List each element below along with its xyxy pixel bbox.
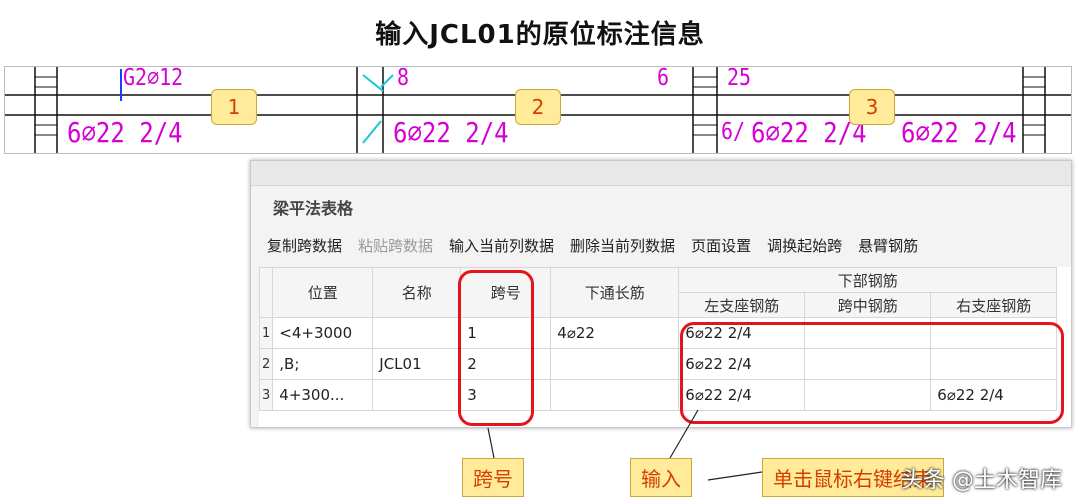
table-row[interactable]: 2 ,B; JCL01 2 6⌀22 2/4 [258, 348, 1058, 380]
cad-top-text-3: 6 [657, 66, 670, 91]
input-column-button[interactable]: 输入当前列数据 [449, 237, 554, 255]
cell-left-support[interactable]: 6⌀22 2/4 [678, 317, 806, 349]
col-header-name[interactable]: 名称 [372, 267, 462, 318]
col-header-span[interactable]: 跨号 [460, 267, 552, 318]
cad-top-text-2: 8 [397, 66, 410, 91]
col-header-bottom-rebar[interactable]: 下部钢筋 [678, 267, 1058, 293]
col-header-right-support[interactable]: 右支座钢筋 [930, 292, 1058, 318]
cell-right-support[interactable] [930, 317, 1058, 349]
input-callout: 输入 [630, 458, 692, 497]
span-label-3: 3 [849, 89, 895, 125]
row-number: 2 [258, 348, 274, 380]
cell-position[interactable]: 4+300... [272, 379, 374, 411]
cad-bottom-text-2: 6⌀22 2/4 [393, 116, 509, 150]
cell-bottom-through[interactable] [550, 379, 680, 411]
cantilever-rebar-button[interactable]: 悬臂钢筋 [858, 237, 918, 255]
cell-position[interactable]: ,B; [272, 348, 374, 380]
page-setup-button[interactable]: 页面设置 [691, 237, 751, 255]
panel-toolbar: 复制跨数据 粘贴跨数据 输入当前列数据 删除当前列数据 页面设置 调换起始跨 悬臂钢筋 [267, 235, 934, 256]
delete-column-button[interactable]: 删除当前列数据 [570, 237, 675, 255]
watermark: 头条 @土木智库 [901, 468, 1062, 493]
row-number: 1 [258, 317, 274, 349]
cell-span[interactable]: 2 [460, 348, 552, 380]
col-header-left-support[interactable]: 左支座钢筋 [678, 292, 806, 318]
cad-drawing[interactable]: G2⌀12 8 6 25 6⌀22 2/4 6⌀22 2/4 6⌀22 2/4 … [4, 66, 1072, 154]
col-header-mid-span[interactable]: 跨中钢筋 [804, 292, 932, 318]
span-label-1: 1 [211, 89, 257, 125]
cell-name[interactable] [372, 379, 462, 411]
cell-mid-span[interactable] [804, 348, 932, 380]
cell-bottom-through[interactable]: 4⌀22 [550, 317, 680, 349]
col-header-position[interactable]: 位置 [272, 267, 374, 318]
cad-bottom-text-5: 6/ [721, 117, 746, 145]
beam-table-panel: 梁平法表格 复制跨数据 粘贴跨数据 输入当前列数据 删除当前列数据 页面设置 调换起始跨悬… [250, 160, 1072, 428]
cad-bottom-text-4: 6⌀22 2/4 [901, 116, 1017, 150]
table-row[interactable]: 1 <4+3000 1 4⌀22 6⌀22 2/4 [258, 317, 1058, 349]
cad-top-text-4: 25 [727, 66, 752, 91]
beam-table-grid: 位置 名称 跨号 下通长筋 下部钢筋 左支座钢筋 跨中钢筋 右支座钢筋 1 <4… [258, 267, 1071, 427]
cell-left-support[interactable]: 6⌀22 2/4 [678, 348, 806, 380]
cell-name[interactable]: JCL01 [372, 348, 462, 380]
cell-mid-span[interactable] [804, 379, 932, 411]
paste-span-button[interactable]: 粘贴跨数据 [358, 237, 433, 255]
cad-bottom-text-1: 6⌀22 2/4 [67, 116, 183, 150]
span-label-2: 2 [515, 89, 561, 125]
cell-position[interactable]: <4+3000 [272, 317, 374, 349]
span-callout: 跨号 [462, 458, 524, 497]
cell-right-support[interactable]: 6⌀22 2/4 [930, 379, 1058, 411]
cell-span[interactable]: 3 [460, 379, 552, 411]
col-header-bottom-through[interactable]: 下通长筋 [550, 267, 680, 318]
cad-top-text-1: G2⌀12 [123, 66, 184, 91]
cell-name[interactable] [372, 317, 462, 349]
panel-header-bar [251, 161, 1071, 186]
cell-left-support[interactable]: 6⌀22 2/4 [678, 379, 806, 411]
swap-start-span-button[interactable]: 调换起始跨 [767, 237, 842, 255]
cell-mid-span[interactable] [804, 317, 932, 349]
copy-span-button[interactable]: 复制跨数据 [267, 237, 342, 255]
cell-span[interactable]: 1 [460, 317, 552, 349]
table-row[interactable]: 3 4+300... 3 6⌀22 2/4 6⌀22 2/4 [258, 379, 1058, 411]
cell-right-support[interactable] [930, 348, 1058, 380]
row-number: 3 [258, 379, 274, 411]
cell-bottom-through[interactable] [550, 348, 680, 380]
panel-title: 梁平法表格 [273, 199, 354, 218]
page-title: 输入JCL01的原位标注信息 [375, 20, 705, 50]
